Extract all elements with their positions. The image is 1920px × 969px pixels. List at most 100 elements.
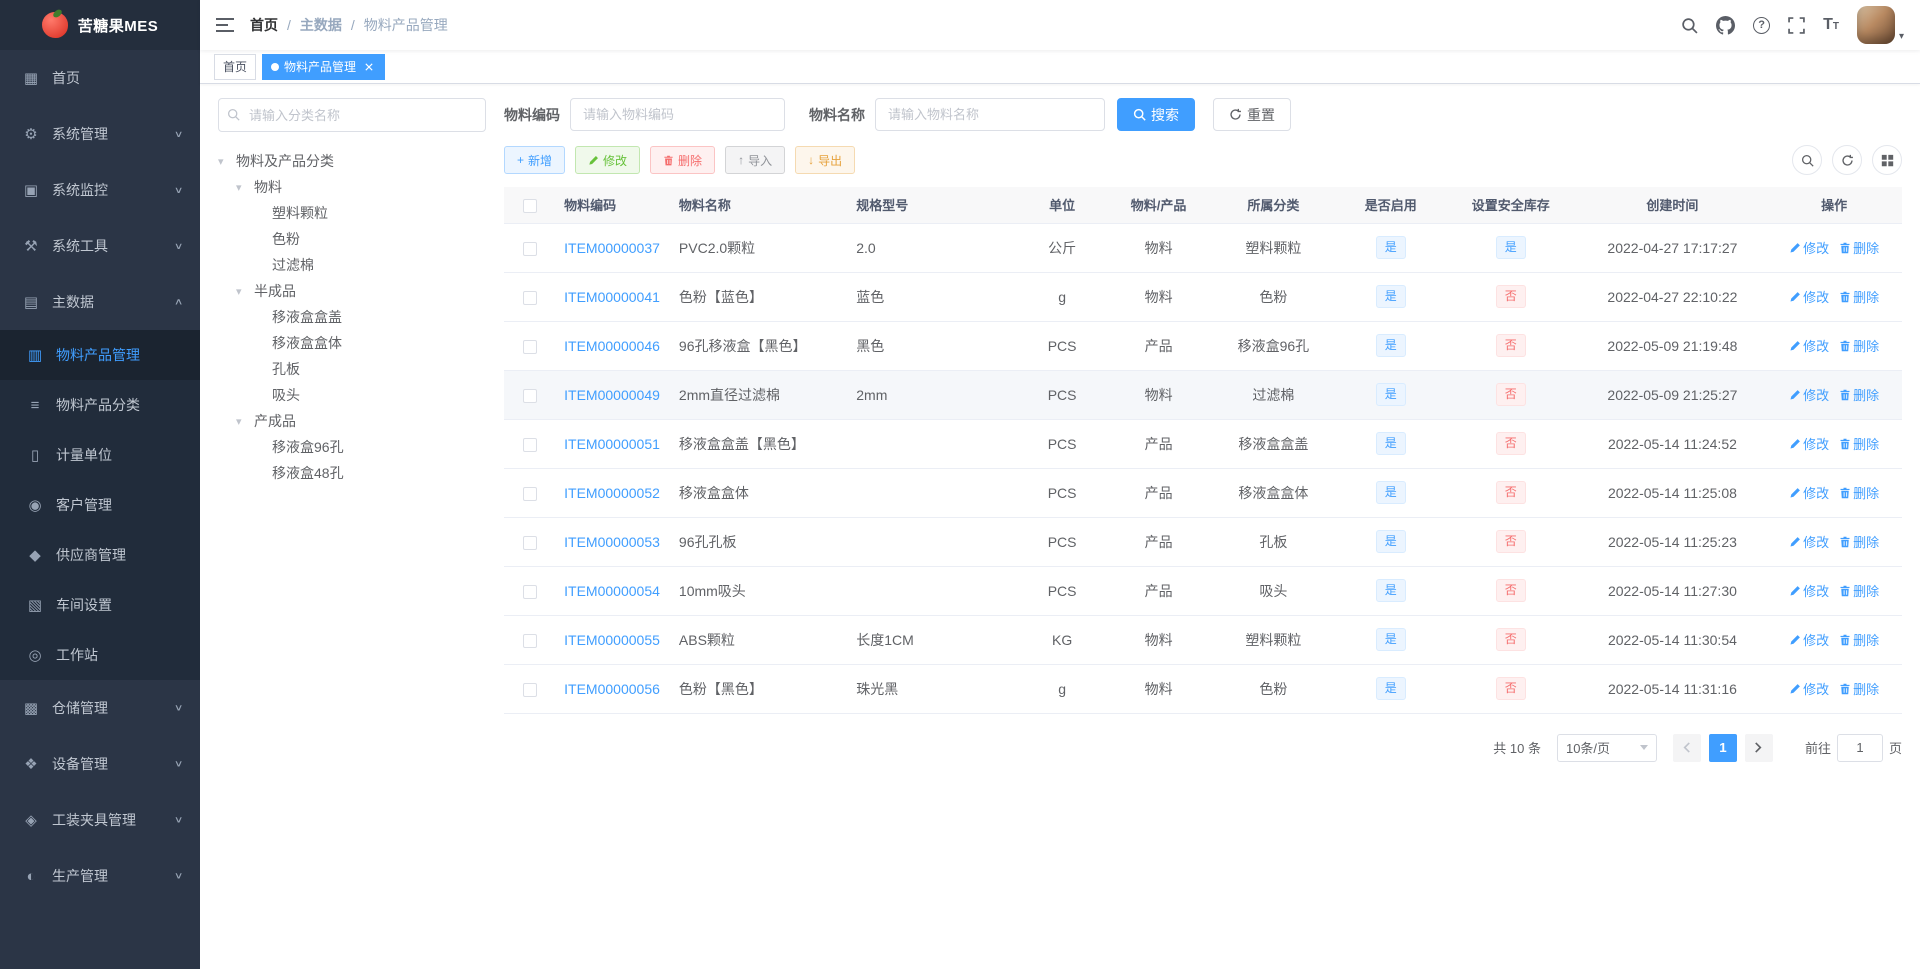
select-all-checkbox[interactable] [523, 198, 538, 213]
row-delete-button[interactable]: 删除 [1839, 238, 1879, 257]
sidebar-subitem-material-product-category[interactable]: ≡ 物料产品分类 [0, 380, 200, 430]
material-code-link[interactable]: ITEM00000055 [564, 632, 660, 648]
breadcrumb-master-data[interactable]: 主数据 [300, 15, 342, 35]
sidebar-subitem-measure-unit[interactable]: ▯ 计量单位 [0, 430, 200, 480]
row-delete-button[interactable]: 删除 [1839, 581, 1879, 600]
sidebar-subitem-material-product-mgmt[interactable]: ▥ 物料产品管理 [0, 330, 200, 380]
row-checkbox[interactable] [523, 682, 538, 697]
toggle-search-button[interactable] [1792, 145, 1822, 175]
help-icon[interactable]: ? [1753, 16, 1771, 34]
sidebar-item-production-mgmt[interactable]: ◐ 生产管理 ∨ [0, 848, 200, 904]
row-checkbox[interactable] [523, 437, 538, 452]
sidebar-item-system-monitor[interactable]: ▣ 系统监控 ∨ [0, 162, 200, 218]
github-icon[interactable] [1716, 15, 1736, 35]
row-edit-button[interactable]: 修改 [1789, 287, 1829, 306]
row-edit-button[interactable]: 修改 [1789, 483, 1829, 502]
row-delete-button[interactable]: 删除 [1839, 679, 1879, 698]
tag-home[interactable]: 首页 [214, 53, 257, 80]
row-checkbox[interactable] [523, 339, 538, 354]
sidebar-item-equipment-mgmt[interactable]: ❖ 设备管理 ∨ [0, 736, 200, 792]
avatar[interactable] [1856, 6, 1895, 44]
row-delete-button[interactable]: 删除 [1839, 287, 1879, 306]
sidebar-subitem-customer-mgmt[interactable]: ◉ 客户管理 [0, 480, 200, 530]
row-delete-button[interactable]: 删除 [1839, 532, 1879, 551]
row-checkbox[interactable] [523, 290, 538, 305]
next-page-button[interactable] [1744, 733, 1773, 762]
category-search-input[interactable] [218, 98, 486, 132]
tree-node[interactable]: 过滤棉 [218, 252, 486, 278]
row-edit-button[interactable]: 修改 [1789, 679, 1829, 698]
tree-node[interactable]: 移液盒48孔 [218, 460, 486, 486]
reset-button[interactable]: 重置 [1213, 98, 1291, 131]
edit-button[interactable]: 修改 [575, 146, 641, 174]
sidebar-item-warehouse-mgmt[interactable]: ▩ 仓储管理 ∨ [0, 680, 200, 736]
row-edit-button[interactable]: 修改 [1789, 238, 1829, 257]
row-edit-button[interactable]: 修改 [1789, 581, 1829, 600]
row-delete-button[interactable]: 删除 [1839, 483, 1879, 502]
breadcrumb-home[interactable]: 首页 [250, 15, 278, 35]
material-code-link[interactable]: ITEM00000049 [564, 387, 660, 403]
font-size-icon[interactable]: TT [1823, 17, 1839, 33]
app-logo[interactable]: 苦糖果MES [0, 0, 200, 50]
tag-current[interactable]: 物料产品管理 [262, 53, 386, 80]
tree-node[interactable]: ▾ 产成品 [218, 408, 486, 434]
user-menu[interactable]: ▾ [1856, 6, 1904, 44]
sidebar-subitem-supplier-mgmt[interactable]: ◆ 供应商管理 [0, 530, 200, 580]
tree-node[interactable]: 塑料颗粒 [218, 200, 486, 226]
tree-node[interactable]: ▾ 半成品 [218, 278, 486, 304]
material-code-link[interactable]: ITEM00000051 [564, 436, 660, 452]
row-checkbox[interactable] [523, 486, 538, 501]
row-edit-button[interactable]: 修改 [1789, 532, 1829, 551]
material-code-link[interactable]: ITEM00000053 [564, 534, 660, 550]
row-delete-button[interactable]: 删除 [1839, 434, 1879, 453]
export-button[interactable]: ↓ 导出 [795, 146, 856, 174]
row-delete-button[interactable]: 删除 [1839, 630, 1879, 649]
material-name-input[interactable] [875, 98, 1105, 131]
sidebar-item-home[interactable]: ▦ 首页 [0, 50, 200, 106]
add-button[interactable]: + 新增 [504, 146, 566, 174]
row-checkbox[interactable] [523, 584, 538, 599]
material-code-link[interactable]: ITEM00000054 [564, 583, 660, 599]
row-checkbox[interactable] [523, 535, 538, 550]
import-button[interactable]: ↑ 导入 [725, 146, 786, 174]
material-code-link[interactable]: ITEM00000041 [564, 289, 660, 305]
material-code-link[interactable]: ITEM00000052 [564, 485, 660, 501]
row-checkbox[interactable] [523, 388, 538, 403]
prev-page-button[interactable] [1672, 733, 1701, 762]
columns-icon[interactable] [1872, 145, 1902, 175]
page-size-select[interactable]: 10条/页 [1556, 733, 1657, 762]
goto-page-input[interactable] [1836, 733, 1883, 762]
row-checkbox[interactable] [523, 633, 538, 648]
material-code-link[interactable]: ITEM00000037 [564, 240, 660, 256]
tree-node[interactable]: ▾ 物料及产品分类 [218, 148, 486, 174]
sidebar-item-master-data[interactable]: ▤ 主数据 ∧ [0, 274, 200, 330]
tag-close-icon[interactable] [362, 60, 376, 74]
sidebar-subitem-workstation[interactable]: ◎ 工作站 [0, 630, 200, 680]
row-edit-button[interactable]: 修改 [1789, 385, 1829, 404]
row-checkbox[interactable] [523, 241, 538, 256]
material-code-link[interactable]: ITEM00000056 [564, 681, 660, 697]
tree-node[interactable]: 移液盒96孔 [218, 434, 486, 460]
refresh-table-button[interactable] [1832, 145, 1862, 175]
row-delete-button[interactable]: 删除 [1839, 336, 1879, 355]
tree-node[interactable]: 吸头 [218, 382, 486, 408]
delete-button[interactable]: 删除 [650, 146, 716, 174]
material-code-link[interactable]: ITEM00000046 [564, 338, 660, 354]
tree-node[interactable]: 移液盒盒盖 [218, 304, 486, 330]
fullscreen-icon[interactable] [1788, 16, 1805, 34]
tree-node[interactable]: 移液盒盒体 [218, 330, 486, 356]
tree-node[interactable]: 孔板 [218, 356, 486, 382]
row-edit-button[interactable]: 修改 [1789, 434, 1829, 453]
sidebar-subitem-workshop-setting[interactable]: ▧ 车间设置 [0, 580, 200, 630]
hamburger-icon[interactable] [216, 17, 234, 33]
page-number-1[interactable]: 1 [1708, 733, 1737, 762]
sidebar-item-system-admin[interactable]: ⚙ 系统管理 ∨ [0, 106, 200, 162]
tree-node[interactable]: ▾ 物料 [218, 174, 486, 200]
sidebar-item-system-tools[interactable]: ⚒ 系统工具 ∨ [0, 218, 200, 274]
sidebar-item-fixture-mgmt[interactable]: ◈ 工装夹具管理 ∨ [0, 792, 200, 848]
search-icon[interactable] [1681, 17, 1698, 34]
row-edit-button[interactable]: 修改 [1789, 336, 1829, 355]
row-edit-button[interactable]: 修改 [1789, 630, 1829, 649]
material-code-input[interactable] [570, 98, 785, 131]
search-button[interactable]: 搜索 [1117, 98, 1195, 131]
